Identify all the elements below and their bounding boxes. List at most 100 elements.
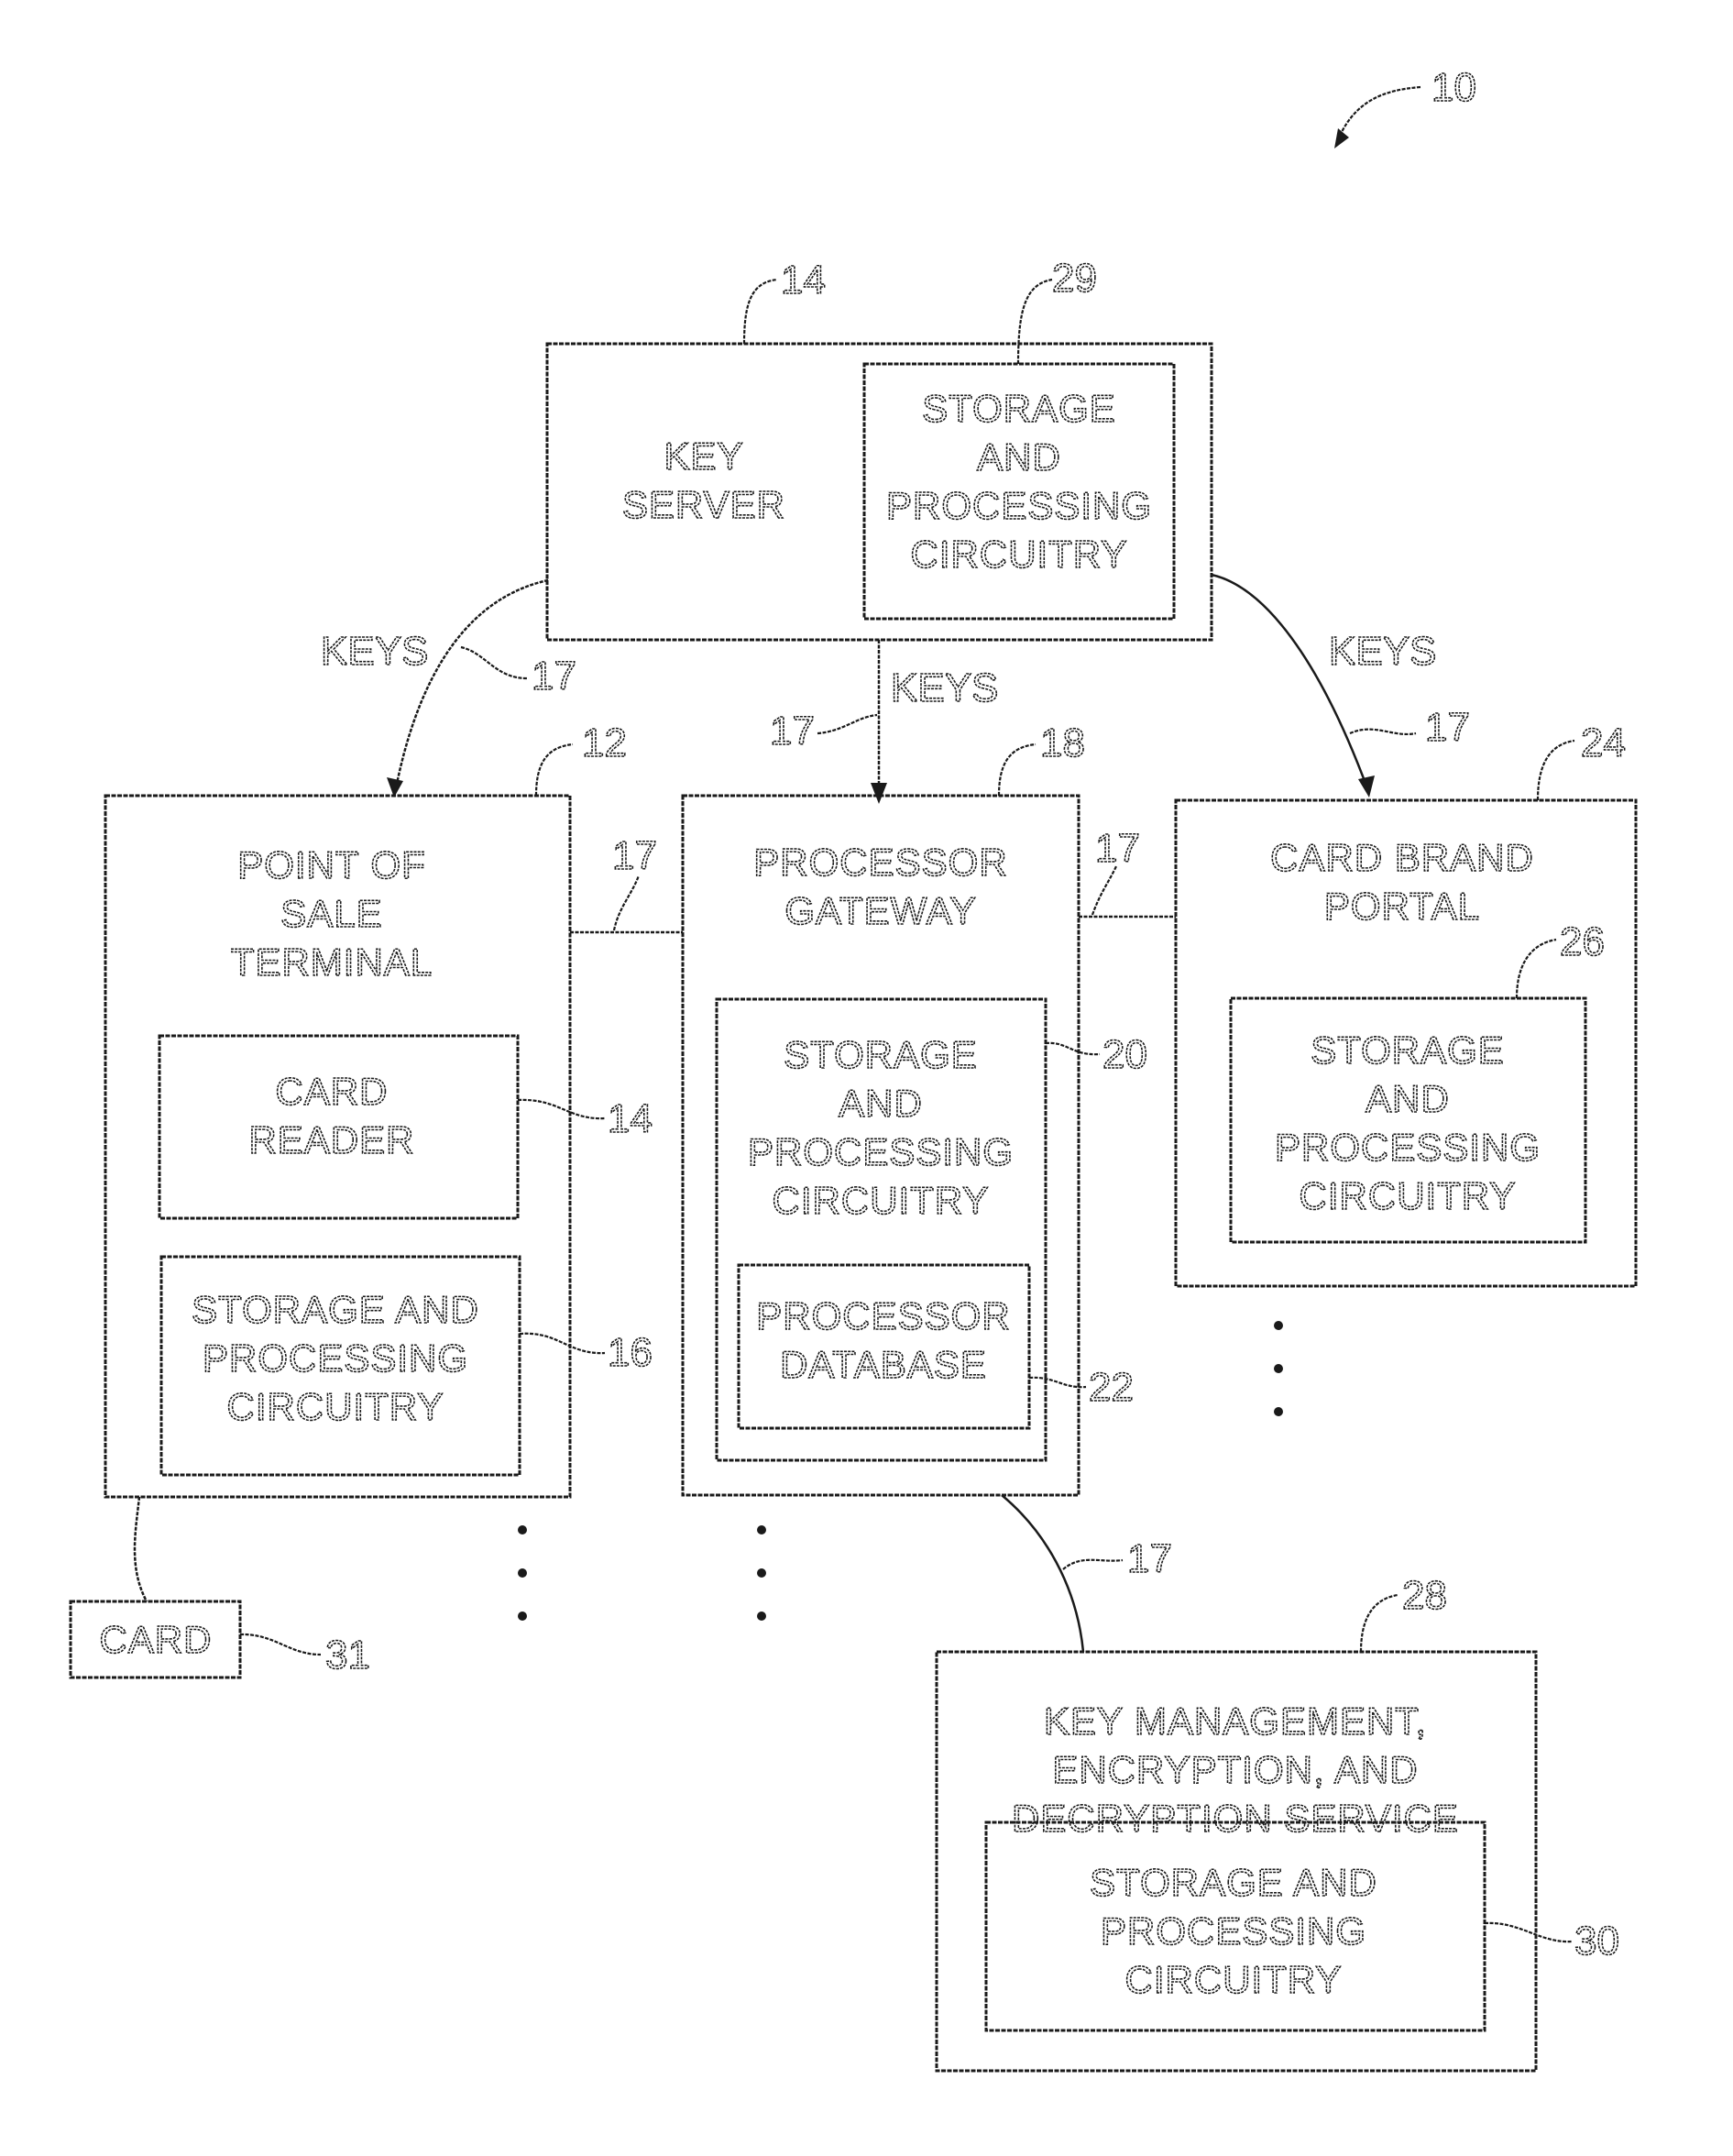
figure-reference: 10 <box>1334 64 1477 148</box>
gateway-key-management-link: 17 <box>1001 1494 1173 1653</box>
keys-label-center: KEYS <box>891 666 998 710</box>
key-server-circuitry-line-1: STORAGE <box>922 387 1116 430</box>
key-management-circuitry-line-2: PROCESSING <box>1101 1909 1366 1952</box>
point-of-sale-title-line-3: TERMINAL <box>231 940 433 984</box>
keys-link-pos-line <box>394 578 549 789</box>
dots-pos-1 <box>518 1525 527 1534</box>
gateway-circuitry-line-1: STORAGE <box>784 1033 978 1076</box>
keys-label-right: KEYS <box>1329 629 1436 674</box>
card-brand-circuitry-ref: 26 <box>1560 919 1605 964</box>
key-server-circuitry-line-3: PROCESSING <box>886 484 1152 527</box>
gateway-key-management-ref: 17 <box>1127 1536 1172 1581</box>
pos-gateway-ref-leader <box>612 874 641 931</box>
keys-link-card-brand-arrowhead <box>1358 776 1375 798</box>
dots-card-brand-1 <box>1274 1321 1283 1330</box>
key-management-ref-leader <box>1359 1593 1398 1653</box>
gateway-key-management-line <box>1001 1494 1085 1653</box>
card-ref-leader <box>239 1633 322 1656</box>
card-brand-circuitry-line-4: CIRCUITRY <box>1300 1174 1517 1217</box>
card-brand-portal-ref: 24 <box>1581 720 1626 765</box>
processor-gateway-title-line-1: PROCESSOR <box>753 841 1007 884</box>
card-brand-portal-title-line-1: CARD BRAND <box>1270 836 1534 879</box>
keys-link-card-brand-ref-leader <box>1349 728 1417 735</box>
card-brand-circuitry-ref-leader <box>1515 938 1557 999</box>
key-management-title-line-2: ENCRYPTION, AND <box>1052 1748 1418 1791</box>
gateway-key-management-ref-leader <box>1062 1558 1124 1570</box>
key-management-circuitry-line-1: STORAGE AND <box>1090 1861 1377 1904</box>
key-server-title-line-1: KEY <box>664 434 743 478</box>
processor-gateway-block: PROCESSOR GATEWAY 18 STORAGE AND PROCESS… <box>681 720 1148 1497</box>
system-block-diagram: 10 KEY SERVER 14 STORAGE AND PROCESSING … <box>69 64 1638 2073</box>
processor-gateway-ref: 18 <box>1040 720 1085 765</box>
key-server-title-line-2: SERVER <box>622 483 785 526</box>
dots-card-brand-3 <box>1274 1407 1283 1416</box>
processor-gateway-ref-leader <box>997 742 1037 797</box>
dots-card-brand-2 <box>1274 1364 1283 1373</box>
key-server-ref: 14 <box>781 258 826 302</box>
gateway-circuitry-line-4: CIRCUITRY <box>773 1179 990 1222</box>
card-block: CARD 31 <box>69 1496 371 1679</box>
point-of-sale-ref-leader <box>534 742 574 797</box>
card-ref: 31 <box>325 1633 370 1678</box>
keys-link-pos-ref-leader <box>460 645 528 680</box>
pos-circuitry-line-3: CIRCUITRY <box>227 1385 444 1428</box>
key-management-circuitry-line-3: CIRCUITRY <box>1125 1958 1343 2001</box>
figure-reference-number: 10 <box>1431 65 1476 110</box>
gateway-circuitry-ref-leader <box>1045 1041 1101 1056</box>
keys-link-pos-ref: 17 <box>532 654 576 698</box>
processor-database-line-2: DATABASE <box>780 1343 987 1386</box>
dots-gateway-3 <box>757 1612 766 1621</box>
card-brand-circuitry-line-3: PROCESSING <box>1275 1126 1541 1169</box>
key-server-block: KEY SERVER 14 STORAGE AND PROCESSING CIR… <box>545 255 1213 642</box>
dots-pos-2 <box>518 1568 527 1578</box>
gateway-circuitry-line-3: PROCESSING <box>748 1130 1014 1173</box>
keys-link-gateway-arrowhead <box>871 783 887 804</box>
card-brand-portal-title-line-2: PORTAL <box>1324 885 1480 928</box>
point-of-sale-title-line-2: SALE <box>280 892 382 935</box>
key-server-circuitry-line-2: AND <box>977 435 1061 478</box>
figure-reference-arrowhead <box>1334 128 1349 148</box>
key-server-ref-leader <box>742 278 778 345</box>
pos-gateway-ref: 17 <box>612 833 657 878</box>
key-management-title-line-1: KEY MANAGEMENT, <box>1044 1700 1427 1743</box>
processor-database-line-1: PROCESSOR <box>756 1294 1010 1337</box>
keys-link-card-brand-ref: 17 <box>1425 705 1470 750</box>
gateway-circuitry-line-2: AND <box>839 1082 923 1125</box>
key-server-circuitry-ref: 29 <box>1052 256 1097 301</box>
pos-circuitry-ref-leader <box>519 1332 606 1355</box>
keys-link-gateway-ref-leader <box>817 713 878 735</box>
card-brand-circuitry-line-2: AND <box>1366 1077 1450 1120</box>
gateway-card-brand-link: 17 <box>1079 825 1176 918</box>
key-management-circuitry-ref: 30 <box>1574 1919 1619 1964</box>
card-brand-circuitry-line-1: STORAGE <box>1311 1028 1505 1072</box>
card-reader-line-2: READER <box>248 1118 414 1161</box>
card-brand-portal-ref-leader <box>1536 739 1575 801</box>
card-reader-ref: 14 <box>608 1096 653 1141</box>
key-management-ref: 28 <box>1402 1573 1447 1618</box>
gateway-card-brand-ref: 17 <box>1095 826 1140 871</box>
point-of-sale-title-line-1: POINT OF <box>237 843 426 886</box>
dots-pos-3 <box>518 1612 527 1621</box>
dots-gateway-2 <box>757 1568 766 1578</box>
keys-link-to-pos: KEYS 17 <box>320 578 577 798</box>
card-label: CARD <box>99 1618 212 1661</box>
keys-label-left: KEYS <box>321 629 428 674</box>
card-reader-line-1: CARD <box>275 1070 388 1113</box>
gateway-circuitry-ref: 20 <box>1102 1032 1147 1077</box>
dots-gateway-1 <box>757 1525 766 1534</box>
point-of-sale-ref: 12 <box>582 720 627 765</box>
key-management-circuitry-ref-leader <box>1484 1921 1573 1943</box>
card-reader-ref-leader <box>517 1098 606 1120</box>
gateway-card-brand-ref-leader <box>1091 865 1117 916</box>
keys-link-to-gateway: KEYS 17 <box>769 640 999 804</box>
key-server-circuitry-line-4: CIRCUITRY <box>911 533 1128 576</box>
card-pos-link-line <box>133 1496 148 1602</box>
figure-reference-arrow <box>1339 85 1421 137</box>
card-brand-portal-block: CARD BRAND PORTAL 24 STORAGE AND PROCESS… <box>1174 720 1638 1288</box>
key-server-circuitry-ref-leader <box>1016 278 1053 365</box>
point-of-sale-block: POINT OF SALE TERMINAL 12 CARD READER 14… <box>104 720 653 1499</box>
key-management-block: KEY MANAGEMENT, ENCRYPTION, AND DECRYPTI… <box>935 1572 1620 2073</box>
pos-circuitry-line-1: STORAGE AND <box>192 1288 479 1331</box>
processor-gateway-title-line-2: GATEWAY <box>784 889 976 932</box>
pos-gateway-link: 17 <box>570 832 683 934</box>
